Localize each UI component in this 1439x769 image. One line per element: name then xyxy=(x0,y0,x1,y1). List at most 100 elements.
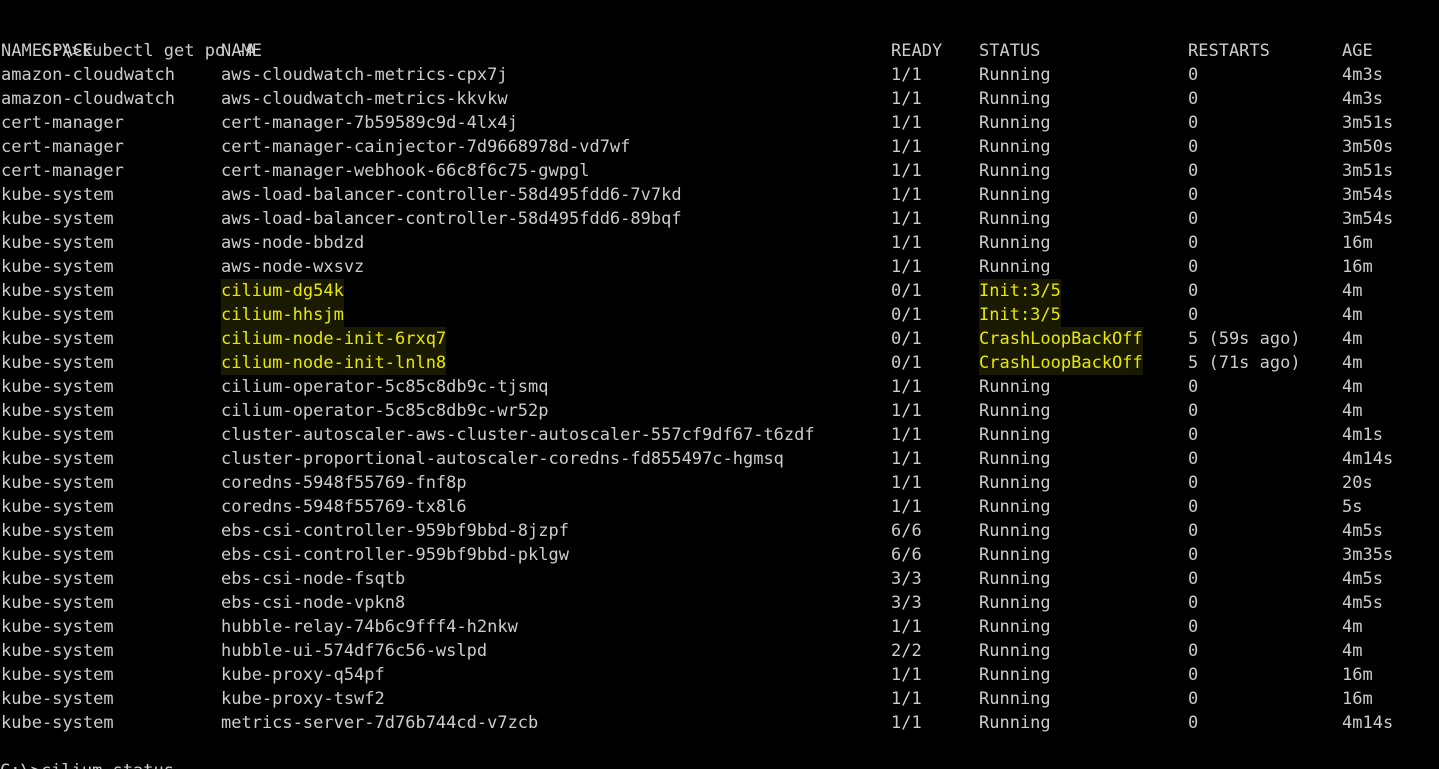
pod-name: cilium-node-init-6rxq7 xyxy=(221,327,447,351)
pod-namespace: kube-system xyxy=(1,545,114,565)
pod-restarts: 0 xyxy=(1188,665,1199,685)
pod-age: 3m51s xyxy=(1342,161,1394,181)
pod-age: 5s xyxy=(1342,497,1363,517)
pod-ready: 1/1 xyxy=(891,401,922,421)
pod-namespace: kube-system xyxy=(1,713,114,733)
pod-status: Running xyxy=(979,449,1051,469)
pod-name: aws-node-wxsvz xyxy=(221,257,365,277)
pod-restarts: 0 xyxy=(1188,593,1199,613)
pod-namespace: kube-system xyxy=(1,281,114,301)
table-row: kube-system cluster-autoscaler-aws-cluste… xyxy=(0,423,1439,447)
terminal-window[interactable]: C:\>kubectl get po -A NAMESPACE NAME REA… xyxy=(0,0,1439,769)
pod-namespace: kube-system xyxy=(1,689,114,709)
pod-age: 3m54s xyxy=(1342,185,1394,205)
pod-restarts: 0 xyxy=(1188,449,1199,469)
pod-name: hubble-relay-74b6c9fff4-h2nkw xyxy=(221,617,518,637)
pod-restarts: 0 xyxy=(1188,65,1199,85)
pod-restarts: 0 xyxy=(1188,473,1199,493)
pod-name: ebs-csi-node-fsqtb xyxy=(221,569,406,589)
pod-name: cert-manager-cainjector-7d9668978d-vd7wf xyxy=(221,137,631,157)
pod-restarts: 0 xyxy=(1188,233,1199,253)
pod-status: Init:3/5 xyxy=(979,279,1061,303)
pod-ready: 1/1 xyxy=(891,689,922,709)
pod-name: aws-load-balancer-controller-58d495fdd6-… xyxy=(221,185,682,205)
table-row: amazon-cloudwatch aws-cloudwatch-metrics-… xyxy=(0,63,1439,87)
pod-ready: 1/1 xyxy=(891,137,922,157)
pod-age: 4m5s xyxy=(1342,521,1383,541)
pod-namespace: kube-system xyxy=(1,233,114,253)
pod-namespace: amazon-cloudwatch xyxy=(1,89,175,109)
pod-ready: 1/1 xyxy=(891,161,922,181)
table-row: kube-system kube-proxy-tswf2 1/1 Running 0 16… xyxy=(0,687,1439,711)
pod-restarts: 0 xyxy=(1188,689,1199,709)
pod-restarts: 0 xyxy=(1188,185,1199,205)
pod-age: 3m35s xyxy=(1342,545,1394,565)
pod-restarts: 0 xyxy=(1188,521,1199,541)
pod-ready: 1/1 xyxy=(891,617,922,637)
table-row: kube-system ebs-csi-node-vpkn8 3/3 Running 0… xyxy=(0,591,1439,615)
pod-namespace: kube-system xyxy=(1,473,114,493)
pod-age: 3m54s xyxy=(1342,209,1394,229)
pod-status: Running xyxy=(979,689,1051,709)
table-row: kube-system aws-load-balancer-controller-… xyxy=(0,207,1439,231)
pod-age: 4m xyxy=(1342,377,1363,397)
table-row: kube-system cilium-node-init-lnln8 0/1 Cras… xyxy=(0,351,1439,375)
pod-age: 4m xyxy=(1342,329,1363,349)
pod-name: cilium-operator-5c85c8db9c-wr52p xyxy=(221,401,549,421)
pod-namespace: kube-system xyxy=(1,353,114,373)
pod-name: ebs-csi-node-vpkn8 xyxy=(221,593,406,613)
pod-name: ebs-csi-controller-959bf9bbd-8jzpf xyxy=(221,521,569,541)
pod-status: Running xyxy=(979,665,1051,685)
pod-name: cilium-hhsjm xyxy=(221,303,344,327)
pod-status: Running xyxy=(979,593,1051,613)
pod-age: 4m xyxy=(1342,401,1363,421)
pod-restarts: 0 xyxy=(1188,137,1199,157)
table-row: amazon-cloudwatch aws-cloudwatch-metrics-… xyxy=(0,87,1439,111)
pod-status: Running xyxy=(979,497,1051,517)
pod-restarts: 0 xyxy=(1188,281,1199,301)
pod-status: Running xyxy=(979,545,1051,565)
pod-age: 16m xyxy=(1342,665,1373,685)
pod-status: Running xyxy=(979,209,1051,229)
pod-restarts: 0 xyxy=(1188,401,1199,421)
table-row: kube-system cilium-hhsjm 0/1 Init:3/5 0 4m xyxy=(0,303,1439,327)
pod-namespace: kube-system xyxy=(1,665,114,685)
pod-age: 4m xyxy=(1342,641,1363,661)
pod-status: Running xyxy=(979,401,1051,421)
table-row: kube-system cilium-dg54k 0/1 Init:3/5 0 4m xyxy=(0,279,1439,303)
pod-restarts: 0 xyxy=(1188,209,1199,229)
pod-status: Running xyxy=(979,473,1051,493)
pod-ready: 1/1 xyxy=(891,377,922,397)
pod-ready: 1/1 xyxy=(891,473,922,493)
pod-ready: 1/1 xyxy=(891,65,922,85)
pod-namespace: cert-manager xyxy=(1,113,124,133)
pod-age: 4m3s xyxy=(1342,65,1383,85)
pod-age: 3m51s xyxy=(1342,113,1394,133)
pod-name: cilium-dg54k xyxy=(221,279,344,303)
header-age: AGE xyxy=(1342,41,1373,61)
pod-age: 4m5s xyxy=(1342,569,1383,589)
pod-name: cert-manager-7b59589c9d-4lx4j xyxy=(221,113,518,133)
pod-ready: 1/1 xyxy=(891,89,922,109)
pod-ready: 0/1 xyxy=(891,353,922,373)
pod-status: Running xyxy=(979,65,1051,85)
table-row: kube-system hubble-relay-74b6c9fff4-h2nkw… xyxy=(0,615,1439,639)
pod-restarts: 0 xyxy=(1188,377,1199,397)
pod-namespace: cert-manager xyxy=(1,161,124,181)
pod-namespace: cert-manager xyxy=(1,137,124,157)
table-row: kube-system kube-proxy-q54pf 1/1 Running 0 16… xyxy=(0,663,1439,687)
header-namespace: NAMESPACE xyxy=(1,41,94,61)
table-header-row: NAMESPACE NAME READY STATUS RESTARTS AGE xyxy=(0,39,1439,63)
pod-name: kube-proxy-q54pf xyxy=(221,665,385,685)
pod-restarts: 0 xyxy=(1188,545,1199,565)
pod-age: 3m50s xyxy=(1342,137,1394,157)
pod-status: Running xyxy=(979,617,1051,637)
header-name: NAME xyxy=(221,41,262,61)
pod-status: Running xyxy=(979,233,1051,253)
pod-age: 4m3s xyxy=(1342,89,1383,109)
pod-status: Running xyxy=(979,137,1051,157)
pod-status: Running xyxy=(979,425,1051,445)
pod-name: cluster-autoscaler-aws-cluster-autoscale… xyxy=(221,425,815,445)
pod-restarts: 0 xyxy=(1188,497,1199,517)
pod-name: aws-cloudwatch-metrics-kkvkw xyxy=(221,89,508,109)
